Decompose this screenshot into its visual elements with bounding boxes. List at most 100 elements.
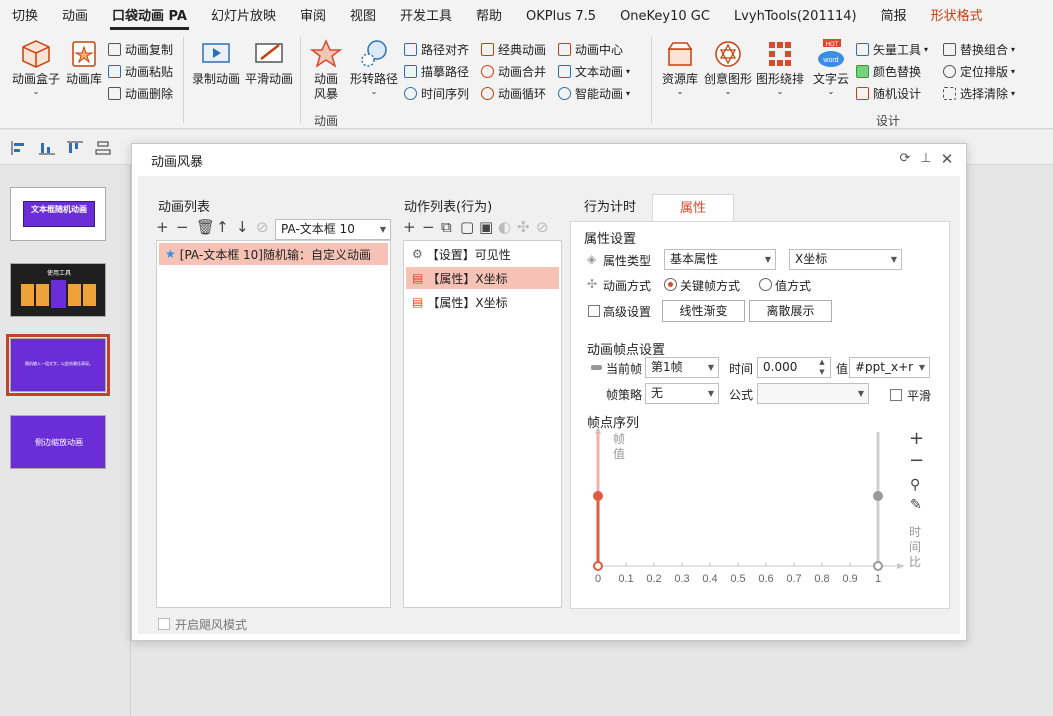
magnifier-icon[interactable]: ⚲ [910,477,920,493]
current-frame-select[interactable]: 第1帧 ▼ [645,357,719,378]
animation-delete-button[interactable]: 动画删除 [108,84,173,102]
tab-behavior-timing[interactable]: 行为计时 [570,194,650,222]
animation-box-button[interactable]: 动画盒子 ⌄ [8,39,64,97]
replace-group-button[interactable]: 替换组合 ▾ [943,40,1015,58]
tab-properties[interactable]: 属性 [652,194,734,222]
list-item[interactable]: ⚙ 【设置】可见性 [406,243,559,265]
keyframe-start-handle [593,491,603,501]
link-icon[interactable]: ⊘ [256,218,269,236]
advanced-settings-checkbox[interactable] [588,305,600,317]
property-type-select[interactable]: 基本属性 ▼ [664,249,776,270]
align-bottom-icon[interactable] [38,140,56,156]
list-item[interactable]: ▤ 【属性】X坐标 [406,267,559,289]
storm-mode-label: 开启飓风模式 [175,618,248,632]
linear-gradient-button[interactable]: 线性渐变 [662,300,745,322]
smooth-checkbox[interactable] [890,389,902,401]
close-icon[interactable]: ✕ [940,152,954,167]
menu-tab-pocket-animation[interactable]: 口袋动画 PA [100,0,199,33]
trace-path-button[interactable]: 描摹路径 [404,62,469,80]
classic-animation-button[interactable]: 经典动画 [481,40,546,58]
menu-tab-onekey[interactable]: OneKey10 GC [608,0,722,33]
resource-library-button[interactable]: 资源库 ⌄ [659,39,701,97]
menu-tab-help[interactable]: 帮助 [464,0,514,33]
menu-tab-animations[interactable]: 动画 [50,0,100,33]
remove-icon[interactable]: − [422,218,435,236]
chevron-down-icon: ⌄ [827,87,835,96]
menu-tab-shape-format[interactable]: 形状格式 [919,0,995,33]
creative-shape-button[interactable]: 创意图形 ⌄ [702,39,754,97]
animation-copy-button[interactable]: 动画复制 [108,40,173,58]
menu-tab-transitions[interactable]: 切换 [0,0,50,33]
keyframe-mode-radio[interactable] [664,278,677,291]
text-animation-button[interactable]: 文本动画 ▾ [558,62,630,80]
menu-tab-slideshow[interactable]: 幻灯片放映 [199,0,288,33]
smooth-animation-label: 平滑动画 [244,72,293,86]
value-mode-radio[interactable] [759,278,772,291]
animation-library-button[interactable]: 动画库 [64,39,104,87]
copy-icon[interactable]: ⧉ [441,218,452,236]
zoom-in-icon[interactable]: + [909,428,924,449]
time-sequence-button[interactable]: 时间序列 [404,84,469,102]
remove-icon[interactable]: − [176,218,189,236]
storm-mode-checkbox[interactable] [158,618,170,630]
move-up-icon[interactable]: ↑ [216,218,229,236]
shape-to-path-button[interactable]: 形转路径 ⌄ [348,39,400,97]
list-item[interactable]: ★ [PA-文本框 10]随机输：自定义动画 [159,243,388,265]
split-icon[interactable]: ◐ [498,218,511,236]
slide-thumbnail-3[interactable]: 随机输入一段文字，以此给最佳表现。 [6,334,110,396]
slide-thumbnail-2[interactable]: 使用工具 [10,263,106,317]
move-down-icon[interactable]: ↓ [236,218,249,236]
zoom-out-icon[interactable]: − [909,450,924,471]
menu-tab-developer[interactable]: 开发工具 [388,0,464,33]
target-select[interactable]: PA-文本框 10 ▼ [275,219,391,240]
add-icon[interactable]: + [403,218,416,236]
pin-icon[interactable]: ⊥ [919,152,933,166]
document-icon[interactable]: ▢ [460,218,474,236]
branch-icon[interactable]: ✣ [517,218,530,236]
animation-loop-button[interactable]: 动画循环 [481,84,546,102]
random-design-button[interactable]: 随机设计 [856,84,921,102]
formula-input[interactable]: ▼ [757,383,869,404]
discrete-display-button[interactable]: 离散展示 [749,300,832,322]
slide-4-title: 侧边缩放动画 [35,438,83,447]
slide-thumbnail-1[interactable]: 文本框随机动画 [10,187,106,241]
menu-tab-lvyhtools[interactable]: LvyhTools(201114) [722,0,869,33]
menu-tab-okplus[interactable]: OKPlus 7.5 [514,0,608,33]
align-left-icon[interactable] [10,140,28,156]
list-item[interactable]: ▤ 【属性】X坐标 [406,291,559,313]
menu-tab-brief[interactable]: 简报 [869,0,919,33]
trash-icon[interactable]: 🗑 [196,218,215,236]
align-icon [404,42,417,56]
animation-merge-button[interactable]: 动画合并 [481,62,546,80]
menu-tab-review[interactable]: 审阅 [288,0,338,33]
slide-thumbnail-4[interactable]: 侧边缩放动画 [10,415,106,469]
link-icon[interactable]: ⊘ [536,218,549,236]
smooth-animation-button[interactable]: 平滑动画 [243,39,295,87]
property-type-label: 属性类型 [603,254,652,268]
keyframe-graph[interactable]: 0 0.1 0.2 0.3 0.4 0.5 0.6 0.7 0.8 0.9 1 [571,422,949,608]
align-top-icon[interactable] [66,140,84,156]
word-cloud-button[interactable]: HOT word 文字云 ⌄ [810,39,852,97]
color-replace-button[interactable]: 颜色替换 [856,62,921,80]
paste-icon[interactable]: ▣ [479,218,493,236]
menu-tab-view[interactable]: 视图 [338,0,388,33]
record-animation-button[interactable]: 录制动画 [190,39,242,87]
time-spinner[interactable]: ▲ ▼ [816,357,828,378]
add-icon[interactable]: + [156,218,169,236]
refresh-icon[interactable]: ⟳ [898,152,912,166]
animation-paste-button[interactable]: 动画粘贴 [108,62,173,80]
property-sub-select[interactable]: X坐标 ▼ [789,249,902,270]
animation-storm-button[interactable]: 动画 风暴 [306,39,346,102]
smart-animation-button[interactable]: 智能动画 ▾ [558,84,630,102]
chevron-down-icon: ⌄ [724,87,732,96]
distribute-icon[interactable] [94,140,112,156]
locate-arrange-button[interactable]: 定位排版 ▾ [943,62,1015,80]
select-clear-button[interactable]: 选择清除 ▾ [943,84,1015,102]
pencil-icon[interactable]: ✎ [910,497,922,513]
value-input[interactable]: #ppt_x+r ▼ [849,357,930,378]
vector-tool-button[interactable]: 矢量工具 ▾ [856,40,928,58]
path-align-button[interactable]: 路径对齐 [404,40,469,58]
shape-arrange-button[interactable]: 图形绕排 ⌄ [754,39,806,97]
animation-center-button[interactable]: 动画中心 [558,40,623,58]
frame-strategy-select[interactable]: 无 ▼ [645,383,719,404]
